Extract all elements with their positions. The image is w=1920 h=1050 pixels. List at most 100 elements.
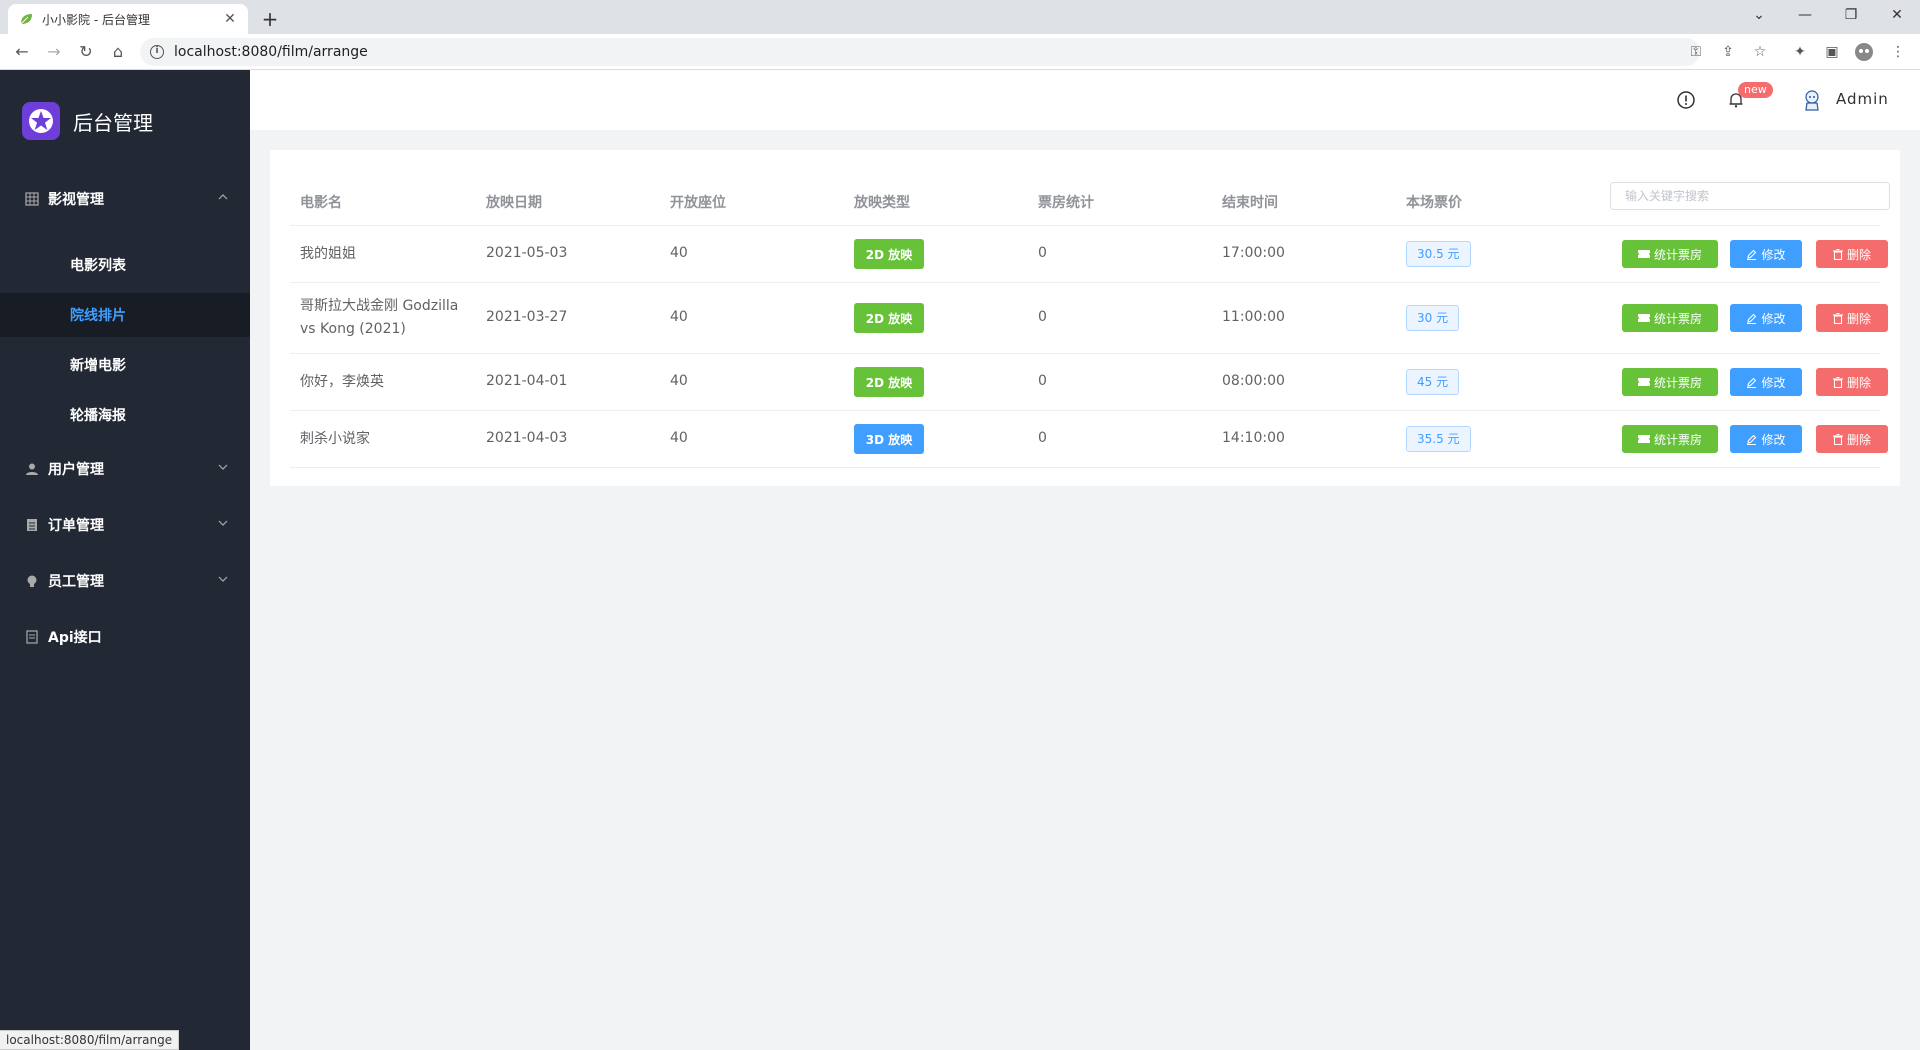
forward-icon[interactable]: → xyxy=(42,40,66,64)
side-panel-icon[interactable]: ▣ xyxy=(1822,42,1842,62)
menu-label: Api接口 xyxy=(48,630,102,646)
leaf-favicon-icon xyxy=(18,11,34,27)
ticket-icon xyxy=(1637,313,1650,323)
top-header: new Admin xyxy=(250,70,1920,130)
trash-icon xyxy=(1832,248,1843,260)
end-time: 17:00:00 xyxy=(1222,245,1285,261)
browser-menu-icon[interactable]: ⋮ xyxy=(1888,42,1908,62)
button-label: 删除 xyxy=(1846,375,1871,390)
table-row: 你好，李焕英 2021-04-01 40 2D 放映 0 08:00:00 45… xyxy=(290,354,1888,411)
admin-name[interactable]: Admin xyxy=(1836,90,1889,108)
profile-avatar-icon[interactable] xyxy=(1854,42,1874,62)
show-date: 2021-05-03 xyxy=(486,245,568,261)
browser-toolbar: ← → ↻ ⌂ i localhost:8080/film/arrange ⚿ … xyxy=(0,34,1920,70)
column-header: 放映类型 xyxy=(854,195,910,211)
show-type-tag: 2D 放映 xyxy=(854,239,924,269)
key-icon[interactable]: ⚿ xyxy=(1686,42,1706,62)
price-tag: 30.5 元 xyxy=(1406,241,1471,267)
user-icon xyxy=(24,461,40,477)
edit-button[interactable]: 修改 xyxy=(1730,240,1802,268)
button-label: 统计票房 xyxy=(1653,247,1702,262)
ticket-icon xyxy=(1637,434,1650,444)
open-seats: 40 xyxy=(670,245,688,261)
menu-film-management[interactable]: 影视管理 xyxy=(0,179,250,219)
menu-staff-management[interactable]: 员工管理 xyxy=(0,561,250,601)
film-name: 我的姐姐 xyxy=(300,246,356,262)
end-time: 08:00:00 xyxy=(1222,373,1285,389)
edit-icon xyxy=(1746,377,1757,388)
search-input[interactable] xyxy=(1610,182,1890,210)
stat-box-office-button[interactable]: 统计票房 xyxy=(1622,240,1718,268)
extensions-icon[interactable]: ✦ xyxy=(1790,42,1810,62)
show-type-tag: 3D 放映 xyxy=(854,424,924,454)
column-header: 电影名 xyxy=(300,195,342,211)
menu-label: 影视管理 xyxy=(48,192,104,208)
price-tag: 35.5 元 xyxy=(1406,426,1471,452)
chevron-up-icon xyxy=(218,194,228,200)
url-text: localhost:8080/film/arrange xyxy=(174,44,368,60)
brand-title: 后台管理 xyxy=(73,110,153,135)
box-office: 0 xyxy=(1038,430,1047,446)
menu-label: 用户管理 xyxy=(48,462,104,478)
new-tab-button[interactable]: + xyxy=(258,8,282,32)
show-date: 2021-04-01 xyxy=(486,373,568,389)
sidebar-item-arrange[interactable]: 院线排片 xyxy=(0,293,250,337)
arrange-table-card: 电影名 放映日期 开放座位 放映类型 票房统计 结束时间 本场票价 我的姐姐 2… xyxy=(270,150,1900,486)
tab-search-icon[interactable]: ⌄ xyxy=(1736,4,1782,28)
button-label: 统计票房 xyxy=(1653,311,1702,326)
tab-title: 小小影院 - 后台管理 xyxy=(42,12,150,27)
site-info-icon[interactable]: i xyxy=(150,45,164,59)
delete-button[interactable]: 删除 xyxy=(1816,240,1888,268)
button-label: 删除 xyxy=(1846,311,1871,326)
brand[interactable]: 后台管理 xyxy=(22,102,153,140)
stat-box-office-button[interactable]: 统计票房 xyxy=(1622,425,1718,453)
share-icon[interactable]: ⇪ xyxy=(1718,42,1738,62)
file-icon xyxy=(24,629,40,645)
reload-icon[interactable]: ↻ xyxy=(74,40,98,64)
menu-user-management[interactable]: 用户管理 xyxy=(0,449,250,489)
delete-button[interactable]: 删除 xyxy=(1816,304,1888,332)
menu-api[interactable]: Api接口 xyxy=(0,617,250,657)
button-label: 统计票房 xyxy=(1653,375,1702,390)
edit-button[interactable]: 修改 xyxy=(1730,368,1802,396)
edit-button[interactable]: 修改 xyxy=(1730,304,1802,332)
sidebar-item-label: 院线排片 xyxy=(70,308,126,324)
close-window-button[interactable]: ✕ xyxy=(1874,4,1920,28)
box-office: 0 xyxy=(1038,245,1047,261)
delete-button[interactable]: 删除 xyxy=(1816,425,1888,453)
stat-box-office-button[interactable]: 统计票房 xyxy=(1622,368,1718,396)
column-header: 票房统计 xyxy=(1038,195,1094,211)
notification-badge: new xyxy=(1738,82,1773,98)
edit-button[interactable]: 修改 xyxy=(1730,425,1802,453)
admin-avatar[interactable] xyxy=(1800,88,1824,112)
restore-button[interactable]: ❐ xyxy=(1828,4,1874,28)
tab-close-icon[interactable]: ✕ xyxy=(222,11,238,27)
trash-icon xyxy=(1832,312,1843,324)
browser-tab[interactable]: 小小影院 - 后台管理 ✕ xyxy=(8,4,248,34)
browser-tab-strip: 小小影院 - 后台管理 ✕ + ⌄ — ❐ ✕ xyxy=(0,0,1920,34)
info-circle-icon[interactable] xyxy=(1676,90,1696,110)
sidebar-item-label: 轮播海报 xyxy=(70,408,126,424)
back-icon[interactable]: ← xyxy=(10,40,34,64)
grid-icon xyxy=(24,191,40,207)
price-tag: 45 元 xyxy=(1406,369,1460,395)
home-icon[interactable]: ⌂ xyxy=(106,40,130,64)
sidebar-item-add-film[interactable]: 新增电影 xyxy=(0,343,250,387)
film-name: 你好，李焕英 xyxy=(300,374,384,390)
chevron-down-icon xyxy=(218,464,228,470)
bookmark-star-icon[interactable]: ☆ xyxy=(1750,42,1770,62)
button-label: 删除 xyxy=(1846,432,1871,447)
minimize-button[interactable]: — xyxy=(1782,4,1828,28)
sidebar: 后台管理 影视管理 电影列表 院线排片 新增电影 轮播海报 用户管理 订单管理 xyxy=(0,70,250,1050)
delete-button[interactable]: 删除 xyxy=(1816,368,1888,396)
sidebar-item-carousel[interactable]: 轮播海报 xyxy=(0,393,250,437)
open-seats: 40 xyxy=(670,430,688,446)
stat-box-office-button[interactable]: 统计票房 xyxy=(1622,304,1718,332)
menu-order-management[interactable]: 订单管理 xyxy=(0,505,250,545)
price-tag: 30 元 xyxy=(1406,305,1460,331)
button-label: 统计票房 xyxy=(1653,432,1702,447)
ticket-icon xyxy=(1637,249,1650,259)
document-icon xyxy=(24,517,40,533)
address-bar[interactable]: i localhost:8080/film/arrange xyxy=(140,38,1700,66)
sidebar-item-film-list[interactable]: 电影列表 xyxy=(0,243,250,287)
